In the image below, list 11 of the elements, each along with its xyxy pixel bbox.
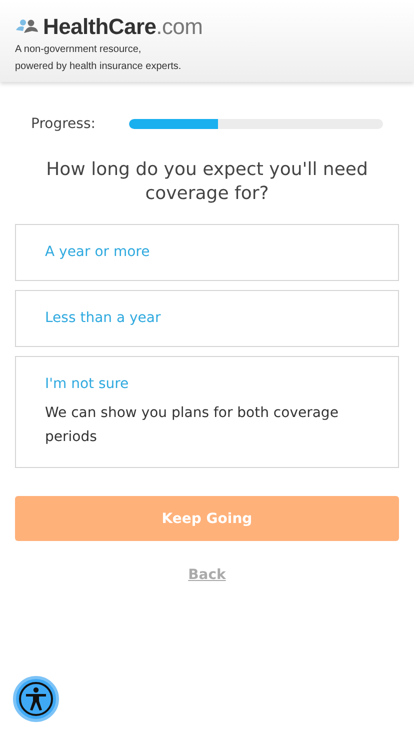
tagline-text: A non-government resource, <box>15 43 142 57</box>
logo-text: HealthCare.com <box>43 14 203 40</box>
people-icon <box>15 19 39 35</box>
back-link[interactable]: Back <box>188 567 226 583</box>
question-heading: How long do you expect you'll need coverage for? <box>45 158 369 206</box>
progress-label: Progress: <box>31 116 96 132</box>
tagline-text: powered by health insurance experts. <box>15 60 182 74</box>
accessibility-button[interactable] <box>13 676 59 722</box>
answer-option[interactable]: Less than a year <box>15 290 399 347</box>
answer-option[interactable]: I'm not sure We can show you plans for both coverage periods <box>15 356 399 468</box>
answer-option[interactable]: A year or more <box>15 224 399 281</box>
